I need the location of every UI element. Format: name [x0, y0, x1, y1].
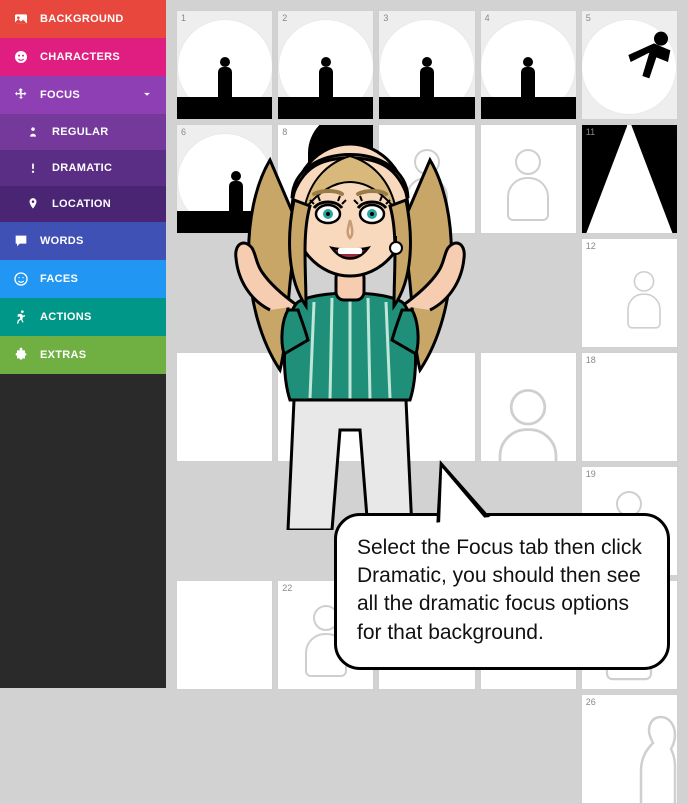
profile-outline — [621, 707, 678, 804]
sidebar-item-label: CHARACTERS — [40, 51, 120, 63]
speech-icon — [12, 232, 30, 250]
cell-number: 6 — [181, 127, 186, 137]
sidebar-item-label: REGULAR — [52, 126, 109, 138]
sidebar-item-actions[interactable]: ACTIONS — [0, 298, 166, 336]
cell-number: 26 — [586, 697, 596, 707]
app-root: BACKGROUND CHARACTERS FOCUS REGULAR — [0, 0, 688, 688]
sidebar-item-background[interactable]: BACKGROUND — [0, 0, 166, 38]
sidebar: BACKGROUND CHARACTERS FOCUS REGULAR — [0, 0, 166, 688]
face-icon — [12, 48, 30, 66]
cell-number: 1 — [181, 13, 186, 23]
grid-cell[interactable]: 4 — [480, 10, 577, 120]
pin-icon — [24, 195, 42, 213]
grid-cell[interactable]: 26 — [581, 694, 678, 804]
sidebar-item-label: FOCUS — [40, 89, 80, 101]
sidebar-item-label: DRAMATIC — [52, 162, 112, 174]
leap-silhouette — [619, 27, 678, 97]
person-spot-icon — [24, 123, 42, 141]
sidebar-item-dramatic[interactable]: DRAMATIC — [0, 150, 166, 186]
cell-number: 22 — [282, 583, 292, 593]
sidebar-item-faces[interactable]: FACES — [0, 260, 166, 298]
cell-number: 12 — [586, 241, 596, 251]
image-icon — [12, 10, 30, 28]
cell-number: 3 — [383, 13, 388, 23]
cell-number: 18 — [586, 355, 596, 365]
cell-number: 11 — [586, 127, 595, 137]
sidebar-item-label: FACES — [40, 273, 78, 285]
sidebar-item-extras[interactable]: EXTRAS — [0, 336, 166, 374]
grid-cell[interactable]: 11 — [581, 124, 678, 234]
sidebar-item-label: LOCATION — [52, 198, 111, 210]
cell-number: 4 — [485, 13, 490, 23]
grid-cell[interactable] — [176, 580, 273, 690]
puzzle-icon — [12, 346, 30, 364]
sidebar-item-focus[interactable]: FOCUS — [0, 76, 166, 114]
grid-cell[interactable]: 12 — [581, 238, 678, 348]
sidebar-item-location[interactable]: LOCATION — [0, 186, 166, 222]
sidebar-item-label: ACTIONS — [40, 311, 92, 323]
grid-cell[interactable]: 18 — [581, 352, 678, 462]
cell-number: 5 — [586, 13, 591, 23]
grid-cell[interactable] — [480, 124, 577, 234]
grid-cell[interactable] — [480, 352, 577, 462]
chevron-down-icon — [140, 87, 154, 104]
cell-number: 19 — [586, 469, 596, 479]
sidebar-item-label: EXTRAS — [40, 349, 86, 361]
sidebar-item-regular[interactable]: REGULAR — [0, 114, 166, 150]
cell-number: 2 — [282, 13, 287, 23]
sidebar-item-characters[interactable]: CHARACTERS — [0, 38, 166, 76]
bubble-text: Select the Focus tab then click Dramatic… — [357, 536, 642, 644]
sidebar-item-words[interactable]: WORDS — [0, 222, 166, 260]
grid-cell[interactable]: 5 — [581, 10, 678, 120]
run-icon — [12, 308, 30, 326]
sidebar-item-label: BACKGROUND — [40, 13, 124, 25]
move-icon — [12, 86, 30, 104]
exclaim-icon — [24, 159, 42, 177]
sidebar-item-label: WORDS — [40, 235, 84, 247]
smile-icon — [12, 270, 30, 288]
help-speech-bubble: Select the Focus tab then click Dramatic… — [334, 513, 670, 670]
